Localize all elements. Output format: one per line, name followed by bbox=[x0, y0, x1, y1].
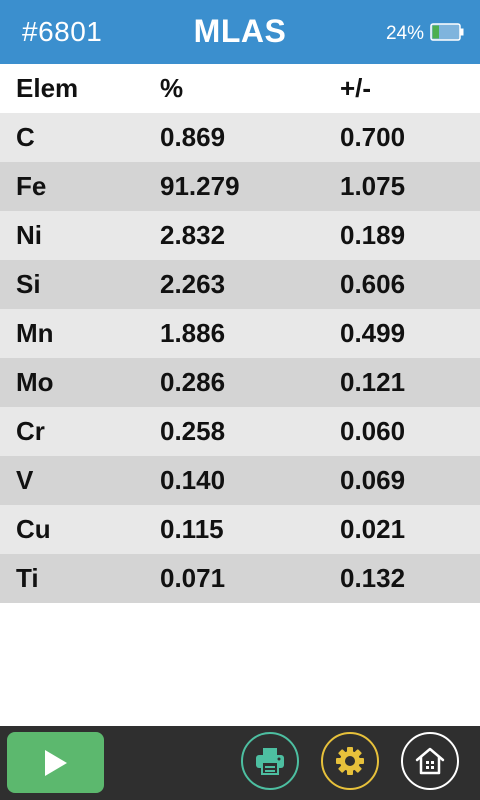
element-symbol: Cr bbox=[16, 416, 45, 446]
results-table: Elem % +/- C 0.869 0.700 Fe 91.279 1.075… bbox=[0, 64, 480, 603]
element-error: 0.499 bbox=[340, 318, 406, 348]
element-error: 0.606 bbox=[340, 269, 406, 299]
element-error: 0.069 bbox=[340, 465, 406, 495]
table-row: Cu 0.115 0.021 bbox=[0, 505, 480, 554]
table-header-row: Elem % +/- bbox=[0, 64, 480, 113]
element-error: 1.075 bbox=[340, 171, 406, 201]
element-percent: 91.279 bbox=[160, 171, 240, 201]
table-row: Ni 2.832 0.189 bbox=[0, 211, 480, 260]
element-percent: 2.263 bbox=[160, 269, 226, 299]
table-row: Si 2.263 0.606 bbox=[0, 260, 480, 309]
element-symbol: Ti bbox=[16, 563, 39, 593]
play-icon bbox=[45, 750, 67, 776]
table-row: Cr 0.258 0.060 bbox=[0, 407, 480, 456]
battery-percentage: 24% bbox=[385, 23, 424, 44]
printer-icon bbox=[256, 748, 284, 775]
element-percent: 0.115 bbox=[160, 514, 224, 544]
element-symbol: C bbox=[16, 122, 35, 152]
column-header-element: Elem bbox=[16, 73, 79, 103]
element-symbol: Mo bbox=[16, 367, 54, 397]
table-row: Mn 1.886 0.499 bbox=[0, 309, 480, 358]
column-header-percent: % bbox=[160, 73, 184, 103]
gear-icon bbox=[336, 747, 364, 775]
settings-button[interactable] bbox=[321, 732, 379, 790]
table-row: Ti 0.071 0.132 bbox=[0, 554, 480, 603]
element-symbol: Si bbox=[16, 269, 41, 299]
column-header-error: +/- bbox=[340, 73, 372, 103]
element-error: 0.700 bbox=[340, 122, 406, 152]
print-button[interactable] bbox=[241, 732, 299, 790]
table-row: Fe 91.279 1.075 bbox=[0, 162, 480, 211]
bottom-toolbar bbox=[0, 726, 480, 800]
element-percent: 0.286 bbox=[160, 367, 226, 397]
element-error: 0.021 bbox=[340, 514, 406, 544]
element-percent: 2.832 bbox=[160, 220, 226, 250]
battery-icon bbox=[430, 23, 464, 41]
element-percent: 0.071 bbox=[160, 563, 226, 593]
element-error: 0.060 bbox=[340, 416, 406, 446]
element-symbol: Cu bbox=[16, 514, 51, 544]
table-row: C 0.869 0.700 bbox=[0, 113, 480, 162]
element-error: 0.121 bbox=[340, 367, 406, 397]
element-percent: 1.886 bbox=[160, 318, 226, 348]
element-percent: 0.258 bbox=[160, 416, 226, 446]
table-row: Mo 0.286 0.121 bbox=[0, 358, 480, 407]
home-icon bbox=[415, 747, 445, 775]
home-button[interactable] bbox=[401, 732, 459, 790]
header-bar: #6801 MLAS 24% bbox=[0, 0, 480, 64]
play-button[interactable] bbox=[7, 732, 104, 793]
element-percent: 0.140 bbox=[160, 465, 226, 495]
element-symbol: V bbox=[16, 465, 34, 495]
element-error: 0.132 bbox=[340, 563, 406, 593]
element-symbol: Mn bbox=[16, 318, 54, 348]
element-symbol: Fe bbox=[16, 171, 47, 201]
element-percent: 0.869 bbox=[160, 122, 226, 152]
element-error: 0.189 bbox=[340, 220, 406, 250]
element-symbol: Ni bbox=[16, 220, 42, 250]
table-row: V 0.140 0.069 bbox=[0, 456, 480, 505]
